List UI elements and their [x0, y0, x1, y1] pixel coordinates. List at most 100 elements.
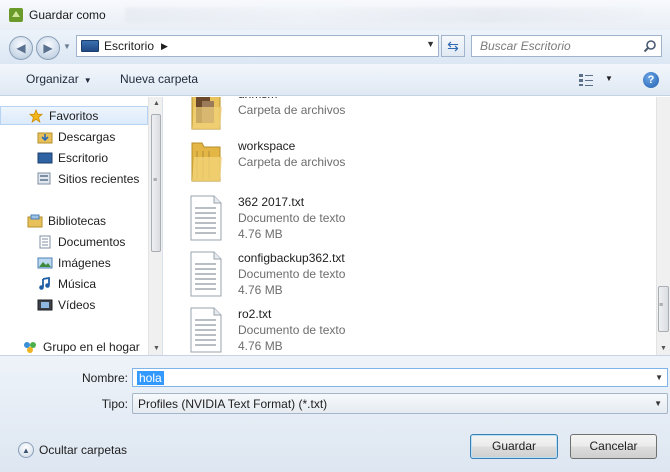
sidebar-item-label: Imágenes [58, 255, 111, 270]
sidebar-item-grupo-hogar[interactable]: Grupo en el hogar [0, 337, 148, 355]
back-button[interactable]: ◀ [9, 36, 33, 60]
list-item-file[interactable]: ro2.txt Documento de texto 4.76 MB [184, 307, 484, 355]
sidebar-item-descargas[interactable]: Descargas [0, 127, 148, 146]
refresh-icon: ⇆ [447, 37, 459, 54]
view-options-icon[interactable] [578, 73, 594, 87]
desktop-icon [81, 40, 99, 52]
libraries-icon [27, 214, 43, 227]
file-size: 4.76 MB [238, 227, 283, 241]
filename-value[interactable]: hola [137, 371, 164, 385]
homegroup-icon [24, 341, 36, 353]
search-input[interactable] [472, 36, 632, 56]
save-form: Nombre: hola ▼ Tipo: Profiles (NVIDIA Te… [0, 355, 670, 472]
text-file-icon [190, 251, 222, 297]
sidebar-item-bibliotecas[interactable]: Bibliotecas [0, 211, 148, 230]
breadcrumb-location[interactable]: Escritorio [104, 39, 154, 53]
chevron-down-icon[interactable]: ▼ [655, 373, 663, 382]
downloads-folder-icon [37, 132, 53, 143]
star-icon [28, 108, 44, 123]
new-folder-button[interactable]: Nueva carpeta [120, 72, 198, 86]
sidebar-item-videos[interactable]: Vídeos [0, 295, 148, 314]
help-icon: ? [647, 74, 655, 86]
scrollbar-thumb[interactable] [658, 286, 669, 332]
sidebar-item-label: Sitios recientes [58, 171, 140, 186]
help-button[interactable]: ? [643, 72, 659, 88]
sidebar-item-label: Música [58, 276, 97, 291]
search-icon [643, 40, 656, 53]
videos-icon [37, 299, 53, 310]
scroll-down-icon[interactable]: ▼ [660, 345, 667, 352]
scroll-down-icon[interactable]: ▼ [153, 345, 160, 352]
file-size: 4.76 MB [238, 339, 283, 353]
hide-folders-label: Ocultar carpetas [39, 443, 128, 457]
folder-icon [191, 142, 222, 182]
filename-field[interactable]: hola ▼ [132, 368, 668, 387]
text-file-icon [190, 307, 222, 353]
filename-label: Nombre: [81, 371, 128, 385]
file-type: Carpeta de archivos [238, 103, 346, 117]
list-item-folder[interactable]: workspace Carpeta de archivos [184, 139, 484, 191]
arrow-right-icon: ▶ [43, 41, 53, 55]
breadcrumb-arrow-icon[interactable]: ▶ [161, 41, 168, 52]
title-bar: Guardar como [0, 0, 670, 30]
refresh-button[interactable]: ⇆ [441, 35, 465, 57]
sidebar-item-label: Descargas [58, 129, 116, 144]
blurred-background [125, 7, 645, 23]
list-item-folder[interactable]: unmsm Carpeta de archivos [184, 97, 484, 139]
file-name: unmsm [238, 97, 277, 101]
file-type-value: Profiles (NVIDIA Text Format) (*.txt) [138, 396, 328, 411]
file-type-select[interactable]: Profiles (NVIDIA Text Format) (*.txt) ▼ [132, 393, 668, 414]
save-button[interactable]: Guardar [470, 434, 558, 459]
chevron-down-icon[interactable]: ▼ [426, 39, 435, 49]
list-item-file[interactable]: 362 2017.txt Documento de texto 4.76 MB [184, 195, 484, 247]
navigation-pane: Favoritos Descargas Escritorio Sitios re… [0, 97, 163, 355]
documents-icon [39, 235, 51, 248]
type-label: Tipo: [101, 397, 128, 411]
file-type: Documento de texto [238, 211, 346, 225]
file-name: 362 2017.txt [238, 195, 305, 209]
file-name: ro2.txt [238, 307, 272, 321]
app-icon [9, 8, 23, 22]
sidebar-item-label: Escritorio [58, 150, 109, 165]
desktop-icon [37, 152, 53, 163]
text-file-icon [190, 195, 222, 241]
recent-places-icon [37, 172, 51, 184]
sidebar-item-musica[interactable]: Música [0, 274, 148, 293]
search-box[interactable] [471, 35, 662, 57]
file-type: Documento de texto [238, 323, 346, 337]
organize-button[interactable]: Organizar ▼ [26, 72, 92, 86]
sidebar-item-label: Vídeos [58, 297, 96, 312]
cancel-button[interactable]: Cancelar [570, 434, 657, 459]
window-title: Guardar como [29, 8, 106, 22]
command-bar: Organizar ▼ Nueva carpeta ▼ ? [0, 64, 670, 96]
folder-icon [191, 97, 222, 130]
sidebar-item-sitios-recientes[interactable]: Sitios recientes [0, 169, 148, 188]
sidebar-item-documentos[interactable]: Documentos [0, 232, 148, 251]
address-bar: ◀ ▶ ▼ Escritorio ▶ ▼ ⇆ [0, 30, 670, 64]
sidebar-item-label: Grupo en el hogar [43, 339, 140, 354]
chevron-down-icon[interactable]: ▼ [654, 399, 662, 408]
forward-button[interactable]: ▶ [36, 36, 60, 60]
breadcrumb[interactable]: Escritorio ▶ ▼ [76, 35, 439, 57]
file-list-scrollbar[interactable]: ≡ ▼ [656, 97, 670, 355]
organize-label: Organizar [26, 72, 79, 86]
sidebar-item-escritorio[interactable]: Escritorio [0, 148, 148, 167]
file-name: configbackup362.txt [238, 251, 345, 265]
file-name: workspace [238, 139, 296, 153]
sidebar-item-label: Favoritos [49, 108, 99, 123]
navigation-scrollbar[interactable]: ▲ ≡ ▼ [148, 97, 162, 355]
hide-folders-button[interactable]: ▲ Ocultar carpetas [18, 442, 127, 458]
sidebar-item-favoritos[interactable]: Favoritos [0, 106, 148, 125]
recent-locations-dropdown[interactable]: ▼ [63, 42, 71, 51]
scroll-up-icon[interactable]: ▲ [153, 100, 160, 107]
sidebar-item-imagenes[interactable]: Imágenes [0, 253, 148, 272]
pictures-icon [37, 257, 53, 268]
scroll-grip-icon: ≡ [153, 177, 157, 184]
file-type: Carpeta de archivos [238, 155, 346, 169]
sidebar-item-label: Bibliotecas [48, 213, 107, 228]
chevron-up-icon: ▲ [18, 442, 34, 458]
file-type: Documento de texto [238, 267, 346, 281]
chevron-down-icon: ▼ [83, 76, 92, 85]
view-dropdown[interactable]: ▼ [605, 74, 613, 83]
list-item-file[interactable]: configbackup362.txt Documento de texto 4… [184, 251, 484, 303]
